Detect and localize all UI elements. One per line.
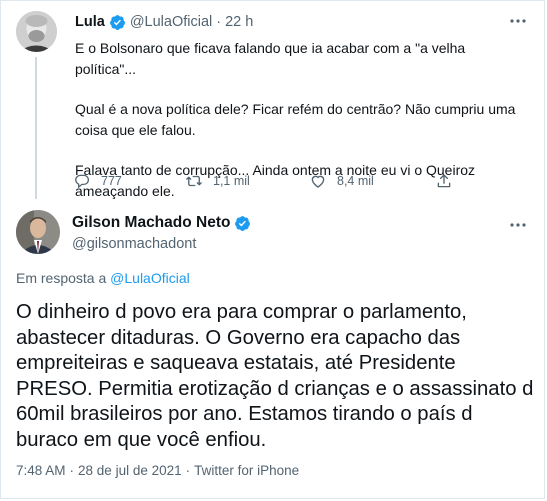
reply-count: 777 <box>101 174 122 188</box>
author-row: Lula @LulaOficial · 22 h <box>75 13 253 31</box>
tweet-time[interactable]: 7:48 AM <box>16 463 66 478</box>
retweet-button[interactable]: 1,1 mil <box>185 172 250 190</box>
reply-icon <box>75 174 90 189</box>
avatar-photo <box>16 210 60 254</box>
tweet-text: O dinheiro d povo era para comprar o par… <box>16 301 534 451</box>
author-name-row: Gilson Machado Neto <box>72 214 255 232</box>
author-handle[interactable]: @LulaOficial <box>130 14 212 30</box>
tweet-meta: 7:48 AM · 28 de jul de 2021 · Twitter for iP… <box>16 463 299 478</box>
tweet-date[interactable]: 28 de jul de 2021 <box>78 463 182 478</box>
like-button[interactable]: 8,4 mil <box>309 172 374 190</box>
reply-handle-link[interactable]: @LulaOficial <box>110 270 190 286</box>
verified-badge-icon <box>109 14 126 31</box>
parent-tweet[interactable]: Lula @LulaOficial · 22 h E o Bolsonaro q… <box>0 0 547 200</box>
avatar[interactable] <box>16 210 60 254</box>
like-count: 8,4 mil <box>337 174 374 188</box>
more-icon[interactable] <box>509 218 527 232</box>
avatar[interactable] <box>16 11 57 52</box>
verified-badge-icon <box>234 215 251 232</box>
share-icon <box>437 174 451 188</box>
reply-context: Em resposta a @LulaOficial <box>16 270 190 286</box>
tweet-paragraph: E o Bolsonaro que ficava falando que ia … <box>75 40 466 77</box>
retweet-count: 1,1 mil <box>213 174 250 188</box>
more-icon[interactable] <box>509 14 527 28</box>
separator-dot: · <box>216 14 222 30</box>
author-handle[interactable]: @gilsonmachadont <box>72 236 196 252</box>
share-button[interactable] <box>435 172 463 190</box>
author-name[interactable]: Gilson Machado Neto <box>72 214 230 232</box>
reply-prefix: Em resposta a <box>16 270 107 286</box>
like-icon <box>311 175 325 188</box>
tweet-source[interactable]: Twitter for iPhone <box>194 463 299 478</box>
tweet-paragraph: Qual é a nova política dele? Ficar refém… <box>75 101 516 138</box>
retweet-icon <box>186 175 202 187</box>
separator-dot: · <box>69 463 75 478</box>
reply-button[interactable]: 777 <box>73 172 122 190</box>
author-name[interactable]: Lula <box>75 14 105 30</box>
action-bar: 777 1,1 mil 8,4 mil <box>0 172 547 192</box>
avatar-photo <box>16 11 57 52</box>
timestamp[interactable]: 22 h <box>225 14 253 30</box>
separator-dot: · <box>185 463 191 478</box>
